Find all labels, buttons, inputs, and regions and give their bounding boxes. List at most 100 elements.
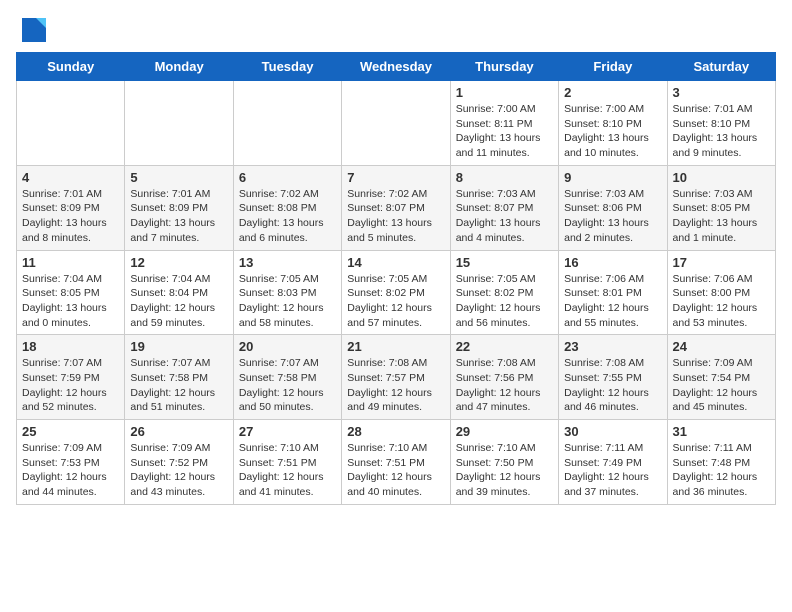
day-number: 18 <box>22 339 119 354</box>
calendar-cell: 6 Sunrise: 7:02 AM Sunset: 8:08 PM Daylig… <box>233 165 341 250</box>
calendar-cell: 29 Sunrise: 7:10 AM Sunset: 7:50 PM Dayli… <box>450 420 558 505</box>
day-info: Sunrise: 7:11 AM Sunset: 7:49 PM Dayligh… <box>564 441 661 500</box>
day-info: Sunrise: 7:08 AM Sunset: 7:55 PM Dayligh… <box>564 356 661 415</box>
day-number: 11 <box>22 255 119 270</box>
day-info: Sunrise: 7:05 AM Sunset: 8:02 PM Dayligh… <box>456 272 553 331</box>
calendar-cell: 14 Sunrise: 7:05 AM Sunset: 8:02 PM Dayli… <box>342 250 450 335</box>
day-info: Sunrise: 7:11 AM Sunset: 7:48 PM Dayligh… <box>673 441 770 500</box>
day-number: 31 <box>673 424 770 439</box>
day-number: 21 <box>347 339 444 354</box>
day-number: 14 <box>347 255 444 270</box>
day-number: 5 <box>130 170 227 185</box>
calendar-cell: 17Sunrise: 7:06 AM Sunset: 8:00 PM Dayli… <box>667 250 775 335</box>
day-info: Sunrise: 7:10 AM Sunset: 7:51 PM Dayligh… <box>239 441 336 500</box>
calendar-cell: 24Sunrise: 7:09 AM Sunset: 7:54 PM Dayli… <box>667 335 775 420</box>
day-info: Sunrise: 7:03 AM Sunset: 8:07 PM Dayligh… <box>456 187 553 246</box>
calendar-cell: 20 Sunrise: 7:07 AM Sunset: 7:58 PM Dayli… <box>233 335 341 420</box>
calendar-cell: 19 Sunrise: 7:07 AM Sunset: 7:58 PM Dayli… <box>125 335 233 420</box>
calendar-week-row: 18 Sunrise: 7:07 AM Sunset: 7:59 PM Dayli… <box>17 335 776 420</box>
logo <box>16 16 48 44</box>
calendar-table: SundayMondayTuesdayWednesdayThursdayFrid… <box>16 52 776 505</box>
day-info: Sunrise: 7:02 AM Sunset: 8:07 PM Dayligh… <box>347 187 444 246</box>
col-header-sunday: Sunday <box>17 53 125 81</box>
calendar-cell: 13Sunrise: 7:05 AM Sunset: 8:03 PM Dayli… <box>233 250 341 335</box>
day-number: 15 <box>456 255 553 270</box>
day-number: 26 <box>130 424 227 439</box>
day-info: Sunrise: 7:07 AM Sunset: 7:58 PM Dayligh… <box>239 356 336 415</box>
day-number: 29 <box>456 424 553 439</box>
calendar-cell: 25 Sunrise: 7:09 AM Sunset: 7:53 PM Dayli… <box>17 420 125 505</box>
day-info: Sunrise: 7:06 AM Sunset: 8:01 PM Dayligh… <box>564 272 661 331</box>
day-number: 30 <box>564 424 661 439</box>
calendar-cell: 12 Sunrise: 7:04 AM Sunset: 8:04 PM Dayli… <box>125 250 233 335</box>
day-info: Sunrise: 7:01 AM Sunset: 8:10 PM Dayligh… <box>673 102 770 161</box>
calendar-week-row: 1Sunrise: 7:00 AM Sunset: 8:11 PM Daylig… <box>17 81 776 166</box>
calendar-cell: 7 Sunrise: 7:02 AM Sunset: 8:07 PM Daylig… <box>342 165 450 250</box>
day-info: Sunrise: 7:01 AM Sunset: 8:09 PM Dayligh… <box>22 187 119 246</box>
day-info: Sunrise: 7:05 AM Sunset: 8:02 PM Dayligh… <box>347 272 444 331</box>
calendar-cell <box>233 81 341 166</box>
day-info: Sunrise: 7:04 AM Sunset: 8:05 PM Dayligh… <box>22 272 119 331</box>
calendar-cell: 3 Sunrise: 7:01 AM Sunset: 8:10 PM Daylig… <box>667 81 775 166</box>
day-info: Sunrise: 7:03 AM Sunset: 8:05 PM Dayligh… <box>673 187 770 246</box>
day-info: Sunrise: 7:03 AM Sunset: 8:06 PM Dayligh… <box>564 187 661 246</box>
day-info: Sunrise: 7:10 AM Sunset: 7:51 PM Dayligh… <box>347 441 444 500</box>
day-number: 16 <box>564 255 661 270</box>
calendar-cell: 10 Sunrise: 7:03 AM Sunset: 8:05 PM Dayli… <box>667 165 775 250</box>
day-number: 4 <box>22 170 119 185</box>
day-number: 13 <box>239 255 336 270</box>
day-number: 7 <box>347 170 444 185</box>
day-info: Sunrise: 7:09 AM Sunset: 7:53 PM Dayligh… <box>22 441 119 500</box>
calendar-cell: 28 Sunrise: 7:10 AM Sunset: 7:51 PM Dayli… <box>342 420 450 505</box>
calendar-cell: 11 Sunrise: 7:04 AM Sunset: 8:05 PM Dayli… <box>17 250 125 335</box>
calendar-week-row: 4 Sunrise: 7:01 AM Sunset: 8:09 PM Daylig… <box>17 165 776 250</box>
calendar-cell: 31 Sunrise: 7:11 AM Sunset: 7:48 PM Dayli… <box>667 420 775 505</box>
day-info: Sunrise: 7:06 AM Sunset: 8:00 PM Dayligh… <box>673 272 770 331</box>
calendar-cell: 8 Sunrise: 7:03 AM Sunset: 8:07 PM Daylig… <box>450 165 558 250</box>
day-number: 19 <box>130 339 227 354</box>
day-number: 10 <box>673 170 770 185</box>
day-info: Sunrise: 7:00 AM Sunset: 8:10 PM Dayligh… <box>564 102 661 161</box>
calendar-cell <box>342 81 450 166</box>
calendar-cell: 23Sunrise: 7:08 AM Sunset: 7:55 PM Dayli… <box>559 335 667 420</box>
calendar-cell: 4 Sunrise: 7:01 AM Sunset: 8:09 PM Daylig… <box>17 165 125 250</box>
calendar-cell: 27Sunrise: 7:10 AM Sunset: 7:51 PM Dayli… <box>233 420 341 505</box>
calendar-cell <box>17 81 125 166</box>
day-number: 3 <box>673 85 770 100</box>
calendar-cell: 15 Sunrise: 7:05 AM Sunset: 8:02 PM Dayli… <box>450 250 558 335</box>
calendar-cell: 1Sunrise: 7:00 AM Sunset: 8:11 PM Daylig… <box>450 81 558 166</box>
day-number: 1 <box>456 85 553 100</box>
day-number: 22 <box>456 339 553 354</box>
calendar-cell: 22 Sunrise: 7:08 AM Sunset: 7:56 PM Dayli… <box>450 335 558 420</box>
day-info: Sunrise: 7:07 AM Sunset: 7:58 PM Dayligh… <box>130 356 227 415</box>
calendar-cell: 2 Sunrise: 7:00 AM Sunset: 8:10 PM Daylig… <box>559 81 667 166</box>
col-header-tuesday: Tuesday <box>233 53 341 81</box>
day-number: 8 <box>456 170 553 185</box>
day-info: Sunrise: 7:07 AM Sunset: 7:59 PM Dayligh… <box>22 356 119 415</box>
day-number: 28 <box>347 424 444 439</box>
calendar-cell: 26 Sunrise: 7:09 AM Sunset: 7:52 PM Dayli… <box>125 420 233 505</box>
calendar-week-row: 25 Sunrise: 7:09 AM Sunset: 7:53 PM Dayli… <box>17 420 776 505</box>
calendar-cell: 16 Sunrise: 7:06 AM Sunset: 8:01 PM Dayli… <box>559 250 667 335</box>
day-info: Sunrise: 7:04 AM Sunset: 8:04 PM Dayligh… <box>130 272 227 331</box>
day-info: Sunrise: 7:08 AM Sunset: 7:57 PM Dayligh… <box>347 356 444 415</box>
day-number: 12 <box>130 255 227 270</box>
col-header-saturday: Saturday <box>667 53 775 81</box>
calendar-cell: 5Sunrise: 7:01 AM Sunset: 8:09 PM Daylig… <box>125 165 233 250</box>
calendar-week-row: 11 Sunrise: 7:04 AM Sunset: 8:05 PM Dayli… <box>17 250 776 335</box>
day-info: Sunrise: 7:02 AM Sunset: 8:08 PM Dayligh… <box>239 187 336 246</box>
day-info: Sunrise: 7:09 AM Sunset: 7:54 PM Dayligh… <box>673 356 770 415</box>
col-header-thursday: Thursday <box>450 53 558 81</box>
col-header-friday: Friday <box>559 53 667 81</box>
logo-icon <box>20 16 48 44</box>
calendar-cell <box>125 81 233 166</box>
day-number: 2 <box>564 85 661 100</box>
day-info: Sunrise: 7:09 AM Sunset: 7:52 PM Dayligh… <box>130 441 227 500</box>
day-info: Sunrise: 7:10 AM Sunset: 7:50 PM Dayligh… <box>456 441 553 500</box>
day-number: 20 <box>239 339 336 354</box>
calendar-cell: 9 Sunrise: 7:03 AM Sunset: 8:06 PM Daylig… <box>559 165 667 250</box>
day-info: Sunrise: 7:08 AM Sunset: 7:56 PM Dayligh… <box>456 356 553 415</box>
day-number: 25 <box>22 424 119 439</box>
day-number: 6 <box>239 170 336 185</box>
day-number: 9 <box>564 170 661 185</box>
